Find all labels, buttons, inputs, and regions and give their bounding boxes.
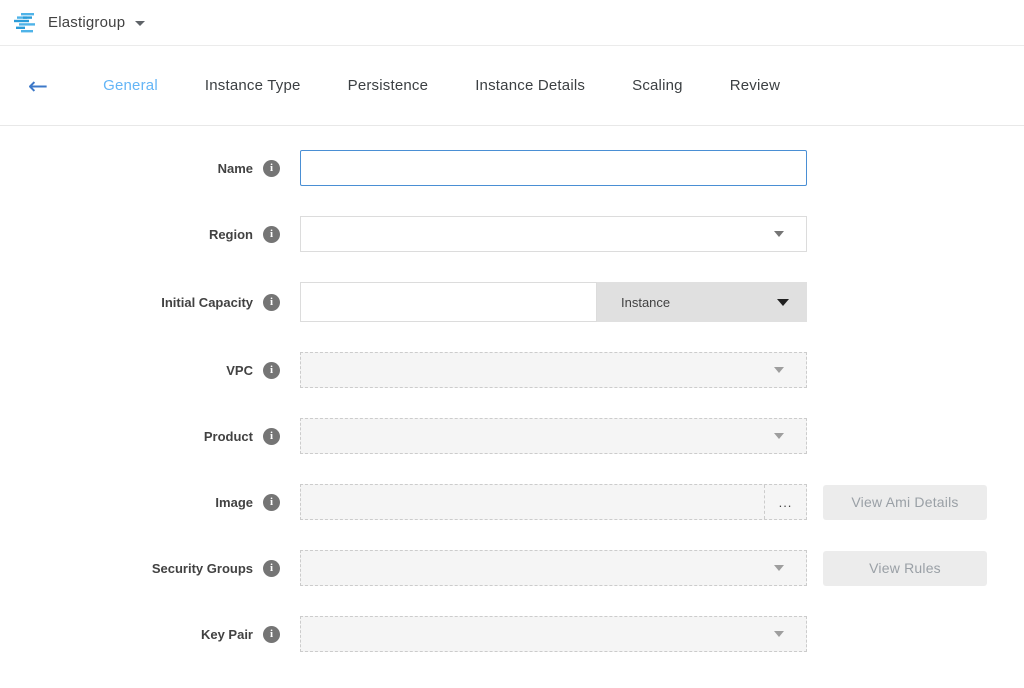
app-switcher-caret-icon[interactable]	[135, 21, 145, 26]
capacity-unit-value: Instance	[621, 295, 670, 310]
security-groups-label: Security Groups	[152, 561, 253, 576]
tab-review[interactable]: Review	[730, 77, 780, 94]
security-groups-select	[300, 550, 807, 586]
elastigroup-logo-icon	[14, 12, 40, 34]
chevron-down-icon	[774, 631, 784, 637]
wizard-tab-bar: ← General Instance Type Persistence Inst…	[0, 46, 1024, 126]
app-name: Elastigroup	[48, 14, 125, 31]
image-picker: ...	[300, 484, 807, 520]
info-icon[interactable]: i	[263, 362, 280, 379]
capacity-unit-select[interactable]: Instance	[597, 282, 807, 322]
initial-capacity-label: Initial Capacity	[161, 295, 253, 310]
tab-general[interactable]: General	[103, 77, 158, 94]
region-label: Region	[209, 227, 253, 242]
tab-scaling[interactable]: Scaling	[632, 77, 683, 94]
info-icon[interactable]: i	[263, 626, 280, 643]
elastigroup-wizard-screen: Elastigroup ← General Instance Type Pers…	[0, 0, 1024, 652]
form-row-key-pair: Key Pair i	[0, 616, 1024, 652]
key-pair-label: Key Pair	[201, 627, 253, 642]
product-label: Product	[204, 429, 253, 444]
browse-image-button: ...	[764, 485, 806, 519]
info-icon[interactable]: i	[263, 294, 280, 311]
info-icon[interactable]: i	[263, 560, 280, 577]
tab-persistence[interactable]: Persistence	[348, 77, 429, 94]
view-ami-details-button: View Ami Details	[823, 485, 987, 520]
info-icon[interactable]: i	[263, 428, 280, 445]
form-row-product: Product i	[0, 418, 1024, 454]
image-label: Image	[215, 495, 253, 510]
initial-capacity-input[interactable]	[300, 282, 597, 322]
chevron-down-icon	[774, 231, 784, 237]
form-row-region: Region i	[0, 216, 1024, 252]
chevron-down-icon	[774, 433, 784, 439]
image-value-field	[301, 485, 764, 519]
general-settings-form: Name i Region i Initial Capacity i	[0, 126, 1024, 652]
topbar: Elastigroup	[0, 0, 1024, 46]
chevron-down-icon	[774, 565, 784, 571]
chevron-down-icon	[777, 299, 789, 306]
vpc-label: VPC	[226, 363, 253, 378]
region-select[interactable]	[300, 216, 807, 252]
back-button[interactable]: ←	[20, 70, 56, 102]
vpc-select	[300, 352, 807, 388]
wizard-tabs: General Instance Type Persistence Instan…	[103, 77, 780, 94]
key-pair-select	[300, 616, 807, 652]
form-row-initial-capacity: Initial Capacity i Instance	[0, 282, 1024, 322]
name-input[interactable]	[300, 150, 807, 186]
view-rules-button: View Rules	[823, 551, 987, 586]
info-icon[interactable]: i	[263, 160, 280, 177]
form-row-image: Image i ... View Ami Details	[0, 484, 1024, 520]
form-row-security-groups: Security Groups i View Rules	[0, 550, 1024, 586]
product-select	[300, 418, 807, 454]
name-label: Name	[218, 161, 253, 176]
tab-instance-type[interactable]: Instance Type	[205, 77, 301, 94]
chevron-down-icon	[774, 367, 784, 373]
info-icon[interactable]: i	[263, 226, 280, 243]
info-icon[interactable]: i	[263, 494, 280, 511]
form-row-name: Name i	[0, 150, 1024, 186]
tab-instance-details[interactable]: Instance Details	[475, 77, 585, 94]
form-row-vpc: VPC i	[0, 352, 1024, 388]
